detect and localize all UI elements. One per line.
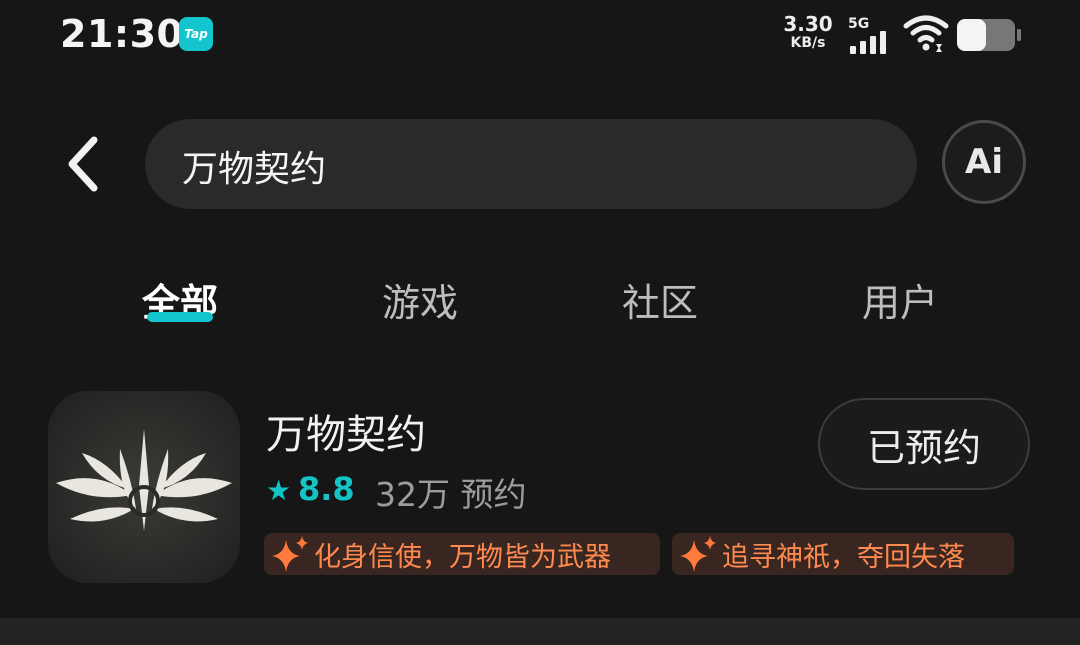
active-tab-indicator	[147, 312, 213, 322]
feature-tag-text: 追寻神祇，夺回失落	[722, 541, 965, 573]
search-query-text[interactable]: 万物契约	[182, 140, 326, 192]
status-time: 21:30	[60, 12, 184, 56]
wifi-icon	[903, 15, 949, 52]
feature-tag-text: 化身信使，万物皆为武器	[314, 541, 611, 573]
taptap-app-icon: Tap	[179, 17, 213, 51]
tab-users[interactable]: 用户	[820, 272, 980, 327]
tab-community[interactable]: 社区	[580, 272, 740, 327]
game-icon[interactable]	[48, 391, 240, 583]
sparkle-icon	[272, 536, 308, 572]
feature-tag: 化身信使，万物皆为武器	[264, 533, 660, 575]
game-logo-icon	[56, 429, 232, 531]
back-arrow-icon[interactable]	[62, 134, 108, 194]
network-speed-value: 3.30	[783, 12, 833, 36]
star-icon: ★	[266, 474, 292, 507]
section-divider	[0, 618, 1080, 645]
reserved-button[interactable]: 已预约	[818, 398, 1030, 490]
battery-icon	[957, 19, 1021, 51]
signal-icon	[850, 31, 886, 54]
network-speed-unit: KB/s	[790, 35, 826, 51]
sparkle-icon	[680, 536, 716, 572]
reservation-count: 32万 预约	[375, 475, 527, 514]
feature-tag: 追寻神祇，夺回失落	[672, 533, 1014, 575]
network-speed: 3.30 KB/s	[780, 14, 836, 50]
game-rating: 8.8	[298, 470, 355, 508]
game-title[interactable]: 万物契约	[266, 402, 426, 460]
tab-games[interactable]: 游戏	[340, 272, 500, 327]
ai-button[interactable]: Ai	[942, 120, 1026, 204]
